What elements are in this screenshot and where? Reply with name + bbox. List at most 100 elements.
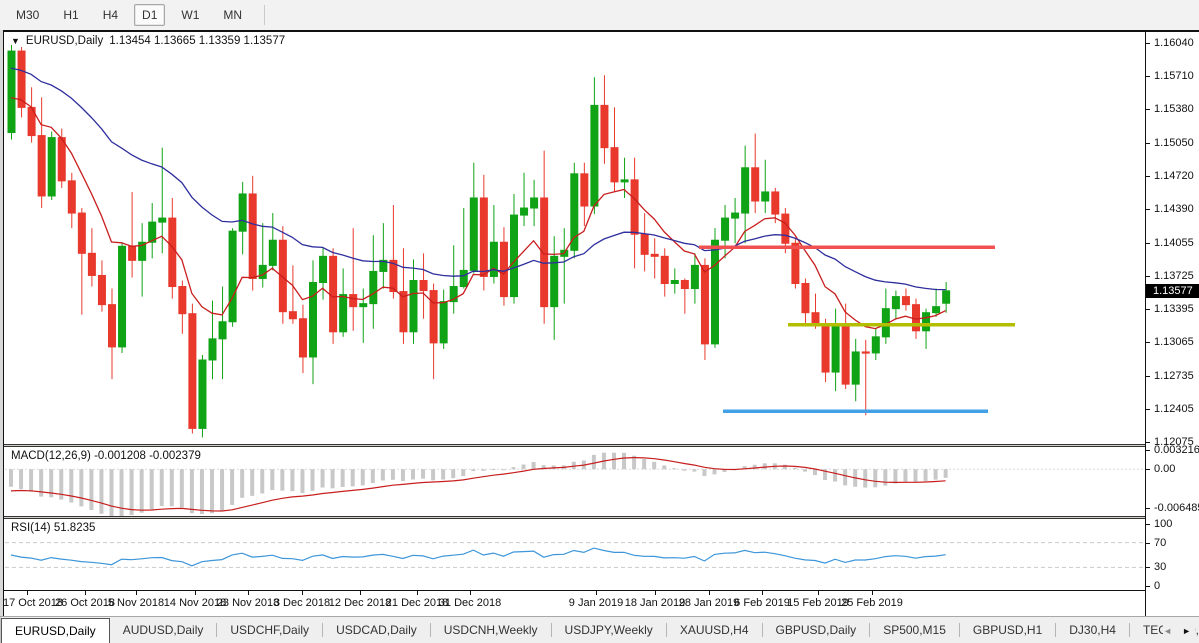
candle-bull [460, 270, 467, 286]
date-tick [27, 591, 28, 595]
macd-histogram-bar [361, 469, 365, 485]
axis-tick [1146, 508, 1150, 509]
candle-bear [129, 246, 136, 260]
candle-bear [601, 105, 608, 147]
candle-bull [259, 265, 266, 278]
date-tick [136, 591, 137, 595]
candle-bear [109, 305, 116, 347]
candle-bull [591, 105, 598, 206]
chart-ohlc-values: 1.13454 1.13665 1.13359 1.13577 [109, 35, 285, 47]
candle-bull [531, 198, 538, 208]
chart-tab-usdcad[interactable]: USDCAD,Daily [323, 617, 430, 643]
axis-tick [1146, 469, 1150, 470]
timeframe-button-h1[interactable]: H1 [55, 4, 86, 26]
chart-tab-eurusd[interactable]: EURUSD,Daily [1, 618, 110, 643]
macd-histogram-bar [19, 469, 23, 489]
rsi-label: RSI(14) 51.8235 [11, 522, 95, 534]
candle-bull [320, 256, 327, 282]
candle-bull [410, 280, 417, 331]
macd-histogram-bar [491, 469, 495, 470]
macd-histogram-bar [69, 469, 73, 502]
collapse-ohlc-arrow[interactable]: ▼ [11, 36, 20, 46]
macd-histogram-bar [200, 469, 204, 514]
date-label: 12 Dec 2018 [329, 597, 391, 609]
candle-bear [58, 138, 65, 181]
macd-pane[interactable]: MACD(12,26,9) -0.001208 -0.002379 [5, 447, 1145, 516]
date-tick [709, 591, 710, 595]
date-label: 5 Nov 2018 [108, 597, 164, 609]
chart-tab-gbpusd[interactable]: GBPUSD,Daily [763, 617, 870, 643]
macd-histogram-bar [512, 467, 516, 469]
date-tick [596, 591, 597, 595]
date-label: 15 Feb 2019 [787, 597, 849, 609]
date-tick [872, 591, 873, 595]
date-label: 25 Feb 2019 [841, 597, 903, 609]
chart-tab-usdjpy[interactable]: USDJPY,Weekly [552, 617, 666, 643]
price-chart-pane[interactable]: ▼ EURUSD,Daily 1.13454 1.13665 1.13359 1… [5, 32, 1145, 444]
timeframe-button-h4[interactable]: H4 [95, 4, 126, 26]
macd-histogram-bar [270, 469, 274, 490]
timeframe-button-mn[interactable]: MN [215, 4, 250, 26]
date-label: 3 Dec 2018 [274, 597, 330, 609]
tab-scroll-right-icon[interactable]: ► [1182, 626, 1191, 636]
candle-bear [179, 287, 186, 314]
date-tick [417, 591, 418, 595]
chart-tab-dj30[interactable]: DJ30,H4 [1056, 617, 1129, 643]
price-tick-label: 1.15380 [1154, 103, 1194, 115]
macd-histogram-bar [883, 469, 887, 485]
candle-bear [772, 192, 779, 214]
chart-tab-usdcnh[interactable]: USDCNH,Weekly [431, 617, 551, 643]
date-label: 31 Dec 2018 [439, 597, 501, 609]
candle-bear [812, 313, 819, 324]
candle-bull [239, 194, 246, 231]
candle-bear [330, 256, 337, 331]
axis-tick [1146, 342, 1150, 343]
timeframe-button-w1[interactable]: W1 [173, 4, 207, 26]
chart-tab-xauusd[interactable]: XAUUSD,H4 [667, 617, 762, 643]
rsi-pane[interactable]: RSI(14) 51.8235 [5, 519, 1145, 590]
time-axis[interactable]: 17 Oct 201826 Oct 20185 Nov 201814 Nov 2… [0, 590, 1145, 616]
price-tick-label: 1.13395 [1154, 303, 1194, 315]
date-label: 23 Nov 2018 [217, 597, 279, 609]
chart-tab-gbpusd[interactable]: GBPUSD,H1 [960, 617, 1055, 643]
date-tick [195, 591, 196, 595]
axis-tick [1146, 567, 1150, 568]
chart-tab-sp500[interactable]: SP500,M15 [870, 617, 959, 643]
tab-scroll-left-icon[interactable]: ◄ [1163, 626, 1172, 636]
axis-tick [1146, 450, 1150, 451]
chart-tab-usdchf[interactable]: USDCHF,Daily [217, 617, 322, 643]
candle-bear [38, 136, 45, 196]
macd-histogram-bar [652, 462, 656, 469]
macd-histogram-bar [290, 469, 294, 491]
date-tick [360, 591, 361, 595]
candle-bear [500, 242, 507, 296]
axis-tick [1146, 76, 1150, 77]
date-label: 18 Jan 2019 [625, 597, 686, 609]
candle-bear [88, 253, 95, 275]
timeframe-button-m30[interactable]: M30 [8, 4, 47, 26]
candle-bull [852, 352, 859, 384]
chart-tab-audusd[interactable]: AUDUSD,Daily [110, 617, 217, 643]
chart-tab-bar: EURUSD,DailyAUDUSD,DailyUSDCHF,DailyUSDC… [0, 616, 1199, 643]
ma-slow-line[interactable] [11, 68, 946, 290]
date-tick [248, 591, 249, 595]
axis-tick [1146, 209, 1150, 210]
rsi-chart[interactable] [5, 519, 1145, 590]
candle-bull [360, 304, 367, 307]
candle-bear [299, 319, 306, 357]
macd-histogram-bar [240, 469, 244, 498]
macd-histogram-bar [944, 469, 948, 478]
candle-bull [722, 218, 729, 240]
candle-bear [480, 198, 487, 276]
macd-histogram-bar [311, 469, 315, 491]
timeframe-button-d1[interactable]: D1 [134, 4, 165, 26]
price-axis[interactable]: 1.160401.157101.153801.150501.147201.143… [1145, 32, 1199, 616]
axis-tick [1146, 409, 1150, 410]
candle-bear [661, 256, 668, 283]
candle-bull [892, 297, 899, 309]
candle-bull [691, 265, 698, 288]
macd-histogram-bar [501, 469, 505, 470]
macd-tick-label: 0.003216 [1154, 444, 1199, 456]
candlestick-chart[interactable] [5, 32, 1145, 444]
macd-histogram-bar [763, 463, 767, 469]
